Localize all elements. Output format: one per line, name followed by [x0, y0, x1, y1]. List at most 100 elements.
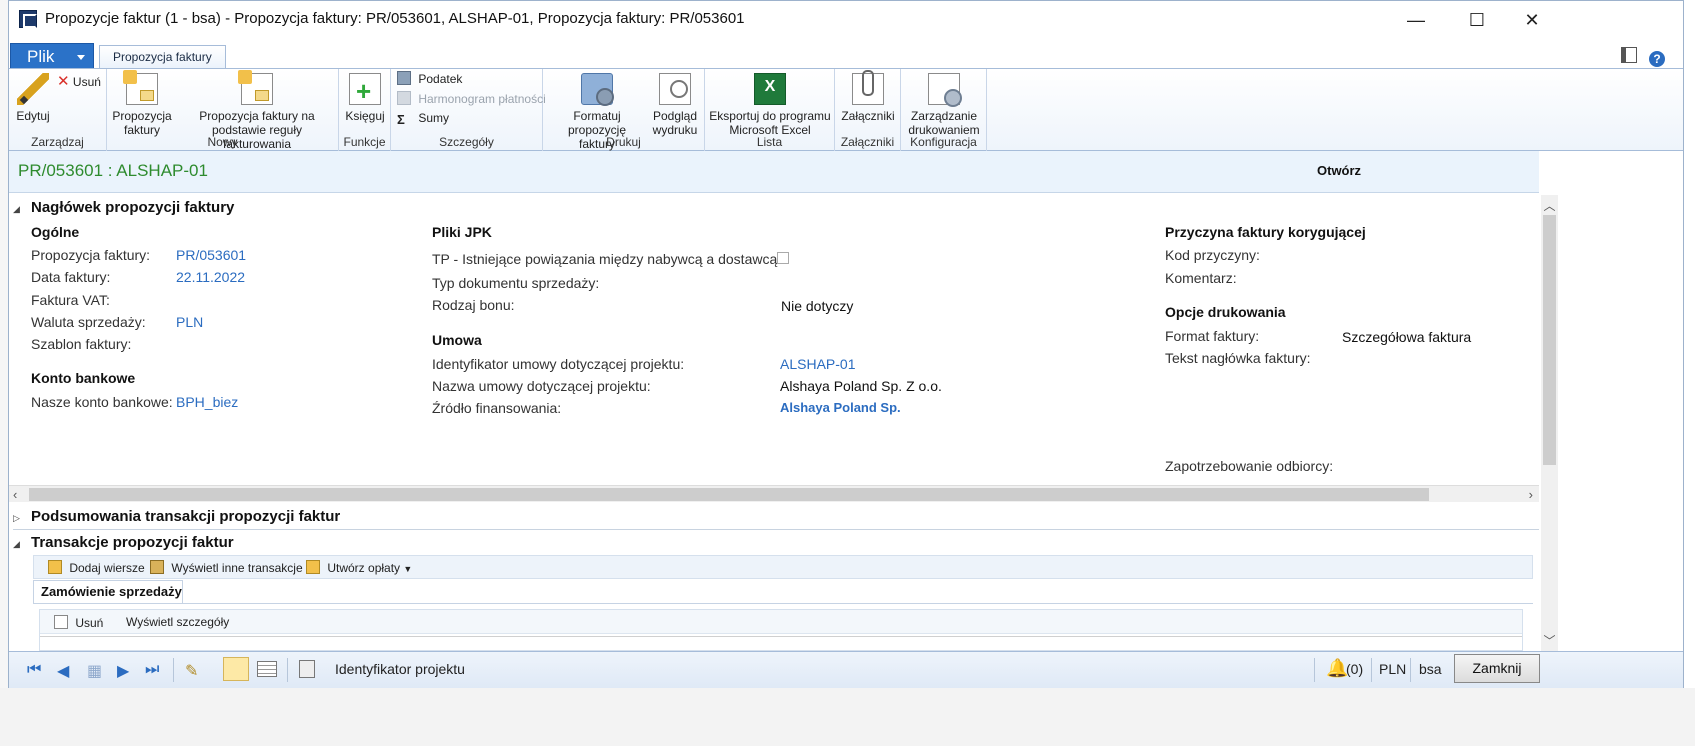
bank-account-value[interactable]: BPH_biez	[176, 394, 238, 410]
invoice-date-value[interactable]: 22.11.2022	[176, 269, 245, 285]
payment-schedule-button[interactable]: Harmonogram płatności	[397, 91, 546, 106]
subtab-divider	[33, 603, 1533, 604]
grid-view-icon[interactable]: ▦	[87, 661, 102, 681]
add-lines-button[interactable]: Dodaj wiersze	[48, 560, 145, 575]
chevron-down-icon	[77, 55, 85, 60]
layout-icon[interactable]	[1621, 47, 1638, 63]
totals-button[interactable]: Σ Sumy	[397, 111, 449, 127]
file-menu-button[interactable]: Plik	[10, 43, 94, 69]
currency-indicator[interactable]: PLN	[1379, 661, 1406, 677]
notifications-count[interactable]: (0)	[1346, 661, 1363, 677]
grid-toolbar: Usuń Wyświetl szczegóły	[40, 610, 1522, 634]
fasttab-invoice-header[interactable]: ◢ Nagłówek propozycji faktury	[13, 199, 234, 216]
tax-label: Podatek	[418, 72, 463, 86]
invoice-format-label: Format faktury:	[1165, 328, 1260, 344]
delete-x-icon: ✕	[57, 73, 70, 90]
group-print: Formatuj propozycję faktury Podgląd wydr…	[543, 69, 705, 151]
app-icon	[19, 10, 37, 28]
print-management-label-1: Zarządzanie	[910, 109, 978, 123]
invoice-format-value[interactable]: Szczegółowa faktura	[1342, 329, 1471, 345]
contract-id-label: Identyfikator umowy dotyczącej projektu:	[432, 356, 685, 372]
invoice-date-label: Data faktury:	[31, 269, 111, 285]
edit-mode-icon[interactable]: ✎	[185, 661, 198, 681]
funding-source-value[interactable]: Alshaya Poland Sp.	[780, 400, 901, 415]
print-management-button[interactable]: Zarządzanie drukowaniem	[903, 73, 985, 137]
fasttab-transactions[interactable]: ◢ Transakcje propozycji faktur	[13, 534, 234, 551]
attachments-label: Załączniki	[841, 109, 895, 123]
horizontal-scroll-thumb[interactable]	[29, 488, 1429, 501]
file-menu-label: Plik	[27, 47, 55, 66]
add-lines-label: Dodaj wiersze	[69, 561, 145, 575]
create-fees-label: Utwórz opłaty	[327, 561, 401, 575]
desktop-below	[0, 688, 1695, 746]
ribbon-tabs: Plik Propozycja faktury ?	[9, 41, 1683, 69]
contract-name-value: Alshaya Poland Sp. Z o.o.	[780, 378, 942, 394]
scroll-up-icon[interactable]: ︿	[1541, 197, 1558, 214]
create-fees-icon	[306, 560, 320, 574]
tab-right-icons: ?	[1613, 47, 1665, 67]
scroll-right-icon[interactable]: ›	[1529, 486, 1533, 503]
previous-record-icon[interactable]: ◀	[57, 661, 69, 681]
details-view-icon[interactable]	[223, 657, 249, 681]
horizontal-scrollbar[interactable]: ‹ ›	[9, 485, 1539, 502]
group-functions: Księguj Funkcje	[339, 69, 391, 151]
voucher-type-value[interactable]: Nie dotyczy	[781, 298, 853, 314]
grid-delete-button[interactable]: Usuń	[54, 615, 103, 630]
tab-invoice-proposal[interactable]: Propozycja faktury	[99, 45, 226, 69]
post-button[interactable]: Księguj	[343, 73, 387, 123]
group-attachments: Załączniki Załączniki	[835, 69, 901, 151]
group-list: Eksportuj do programu Microsoft Excel Li…	[705, 69, 835, 151]
export-excel-button[interactable]: Eksportuj do programu Microsoft Excel	[707, 73, 833, 137]
document-handling-icon[interactable]	[299, 660, 315, 678]
edit-label: Edytuj	[16, 109, 50, 123]
sales-currency-value[interactable]: PLN	[176, 314, 203, 330]
paperclip-icon	[852, 70, 884, 105]
proposal-value[interactable]: PR/053601	[176, 247, 246, 263]
grid-delete-icon	[54, 615, 68, 629]
voucher-type-label: Rodzaj bonu:	[432, 297, 515, 313]
window-title: Propozycje faktur (1 - bsa) - Propozycja…	[45, 10, 745, 27]
attachments-button[interactable]: Załączniki	[837, 70, 899, 123]
contract-id-value[interactable]: ALSHAP-01	[780, 356, 855, 372]
vertical-scroll-thumb[interactable]	[1543, 215, 1556, 465]
last-record-icon[interactable]: ⏭	[145, 661, 159, 679]
close-window-button[interactable]: ✕	[1509, 5, 1555, 35]
close-button[interactable]: Zamknij	[1454, 654, 1540, 683]
comment-label: Komentarz:	[1165, 270, 1237, 286]
tab-sales-order[interactable]: Zamówienie sprzedaży	[33, 580, 183, 604]
company-indicator[interactable]: bsa	[1419, 661, 1442, 677]
excel-icon	[754, 73, 786, 105]
open-action[interactable]: Otwórz	[1317, 163, 1361, 178]
minimize-button[interactable]: —	[1393, 5, 1439, 35]
delete-button[interactable]: ✕ Usuń	[57, 72, 101, 90]
tp-checkbox[interactable]	[777, 252, 789, 264]
bank-group-title: Konto bankowe	[31, 370, 136, 386]
record-header: PR/053601 : ALSHAP-01 Otwórz	[9, 151, 1539, 193]
next-record-icon[interactable]: ▶	[117, 661, 129, 681]
transactions-grid: Usuń Wyświetl szczegóły	[39, 609, 1523, 651]
group-title-details: Szczegóły	[439, 135, 494, 149]
print-preview-button[interactable]: Podgląd wydruku	[649, 73, 701, 137]
edit-button[interactable]: Edytuj	[13, 73, 53, 123]
vertical-scrollbar[interactable]: ︿ ﹀	[1541, 195, 1558, 651]
new-proposal-button[interactable]: Propozycja faktury	[111, 70, 173, 137]
new-invoice-rule-icon	[238, 70, 273, 105]
help-icon[interactable]: ?	[1649, 51, 1665, 67]
status-bar: ⏮ ◀ ▦ ▶ ⏭ ✎ Identyfikator projektu 🔔 (0)…	[9, 651, 1683, 688]
group-new: Propozycja faktury Propozycja faktury na…	[107, 69, 339, 151]
fasttab-summary[interactable]: ▷ Podsumowania transakcji propozycji fakt…	[13, 508, 340, 525]
post-icon	[349, 73, 381, 105]
invoice-template-label: Szablon faktury:	[31, 336, 132, 352]
record-title: PR/053601 : ALSHAP-01	[18, 161, 208, 180]
expand-triangle-icon: ▷	[13, 513, 20, 523]
scroll-down-icon[interactable]: ﹀	[1541, 632, 1558, 649]
grid-details-button[interactable]: Wyświetl szczegóły	[126, 615, 229, 629]
new-invoice-icon	[123, 70, 158, 105]
tax-button[interactable]: Podatek	[397, 71, 462, 86]
maximize-button[interactable]: ☐	[1454, 5, 1500, 35]
list-view-icon[interactable]	[257, 661, 277, 677]
first-record-icon[interactable]: ⏮	[27, 661, 41, 679]
scroll-left-icon[interactable]: ‹	[13, 486, 17, 503]
show-other-transactions-button[interactable]: Wyświetl inne transakcje	[150, 560, 303, 575]
create-fees-button[interactable]: Utwórz opłaty ▼	[306, 560, 412, 575]
